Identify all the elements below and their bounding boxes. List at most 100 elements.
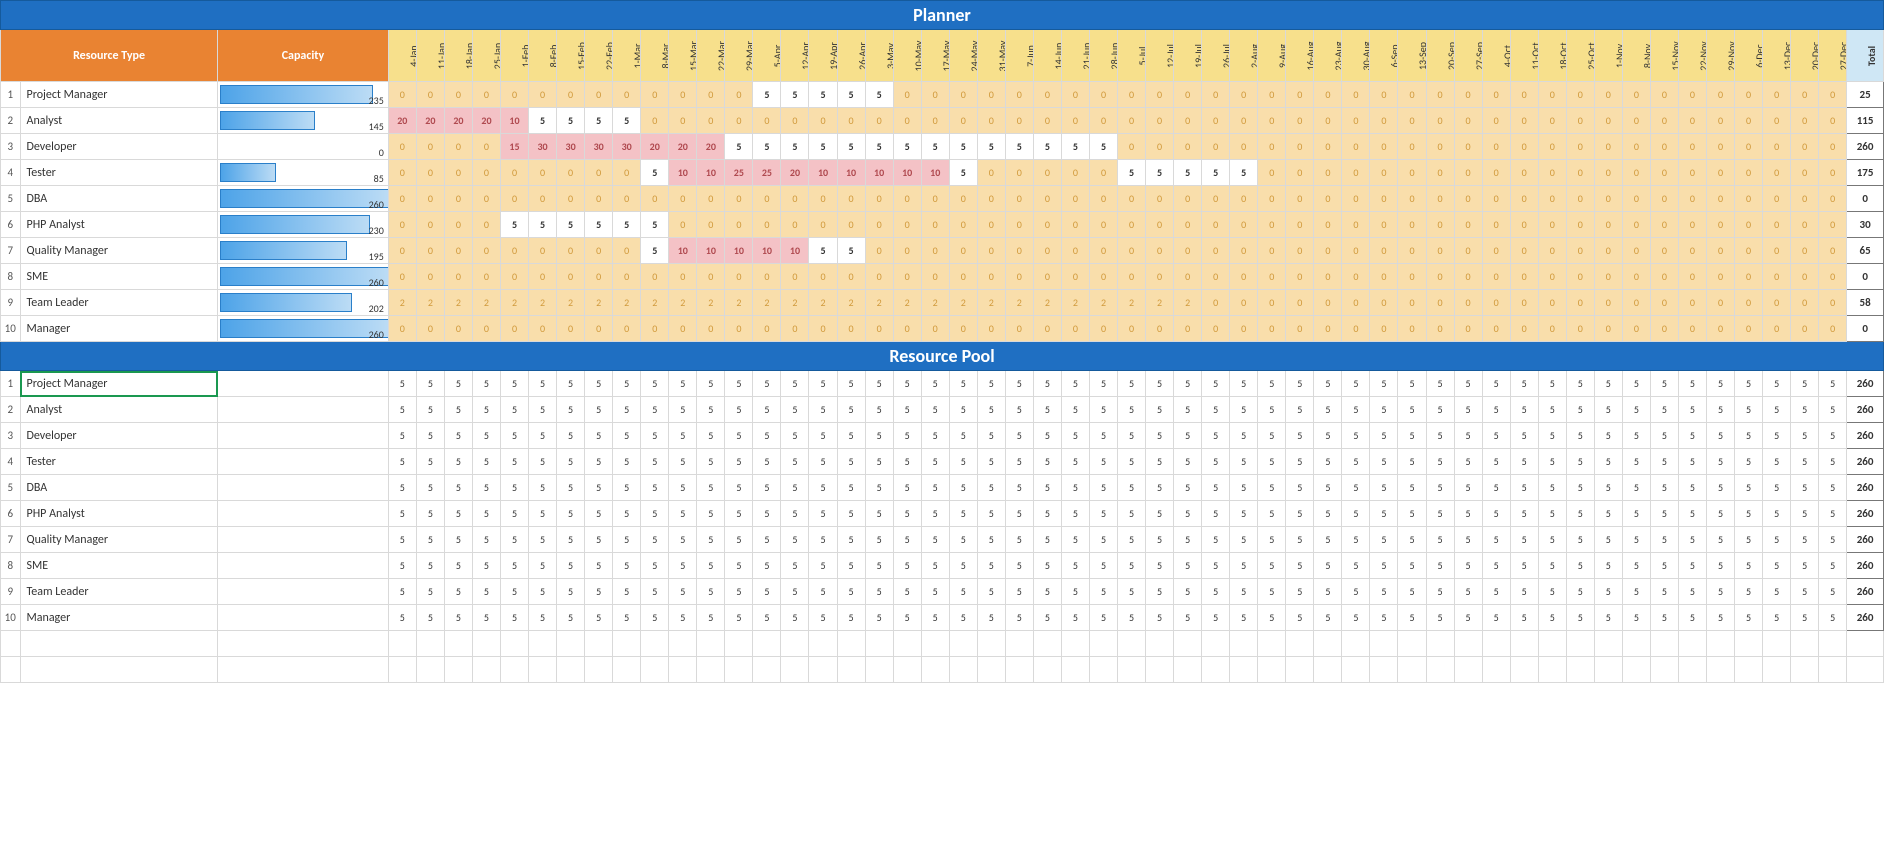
pool-cell[interactable]: 5 bbox=[893, 605, 921, 631]
planner-cell[interactable]: 0 bbox=[1763, 316, 1791, 342]
pool-cell[interactable]: 5 bbox=[444, 527, 472, 553]
planner-cell[interactable]: 2 bbox=[1174, 290, 1202, 316]
pool-cell[interactable]: 5 bbox=[1650, 579, 1678, 605]
pool-cell[interactable]: 5 bbox=[949, 605, 977, 631]
pool-cell[interactable]: 5 bbox=[1791, 579, 1819, 605]
pool-cell[interactable]: 5 bbox=[416, 553, 444, 579]
pool-cell[interactable]: 5 bbox=[1650, 553, 1678, 579]
planner-cell[interactable]: 5 bbox=[781, 134, 809, 160]
resource-name[interactable]: Manager bbox=[20, 316, 218, 342]
pool-cell[interactable]: 5 bbox=[1370, 527, 1398, 553]
planner-cell[interactable]: 0 bbox=[1230, 290, 1258, 316]
pool-cell[interactable]: 5 bbox=[1398, 579, 1426, 605]
planner-cell[interactable]: 0 bbox=[837, 186, 865, 212]
pool-cell[interactable]: 5 bbox=[1538, 501, 1566, 527]
planner-cell[interactable]: 0 bbox=[1174, 238, 1202, 264]
pool-capacity-cell[interactable] bbox=[218, 501, 389, 527]
pool-cell[interactable]: 5 bbox=[1426, 397, 1454, 423]
pool-cell[interactable]: 5 bbox=[1594, 449, 1622, 475]
pool-cell[interactable]: 5 bbox=[1622, 475, 1650, 501]
pool-cell[interactable]: 5 bbox=[613, 371, 641, 397]
planner-cell[interactable]: 0 bbox=[1763, 238, 1791, 264]
pool-cell[interactable]: 5 bbox=[529, 397, 557, 423]
pool-cell[interactable]: 5 bbox=[977, 449, 1005, 475]
planner-cell[interactable]: 0 bbox=[444, 82, 472, 108]
pool-cell[interactable]: 5 bbox=[1005, 371, 1033, 397]
pool-cell[interactable]: 5 bbox=[1735, 527, 1763, 553]
pool-cell[interactable]: 5 bbox=[949, 501, 977, 527]
planner-cell[interactable]: 0 bbox=[1482, 290, 1510, 316]
planner-cell[interactable]: 0 bbox=[1538, 160, 1566, 186]
planner-cell[interactable]: 0 bbox=[1089, 160, 1117, 186]
planner-cell[interactable]: 0 bbox=[1594, 316, 1622, 342]
pool-cell[interactable]: 5 bbox=[1286, 397, 1314, 423]
pool-cell[interactable]: 5 bbox=[585, 579, 613, 605]
planner-cell[interactable]: 0 bbox=[641, 82, 669, 108]
planner-cell[interactable]: 0 bbox=[1202, 212, 1230, 238]
pool-cell[interactable]: 5 bbox=[809, 397, 837, 423]
pool-cell[interactable]: 5 bbox=[725, 475, 753, 501]
pool-cell[interactable]: 5 bbox=[809, 475, 837, 501]
pool-cell[interactable]: 5 bbox=[1510, 605, 1538, 631]
pool-cell[interactable]: 5 bbox=[472, 527, 500, 553]
planner-cell[interactable]: 0 bbox=[1594, 264, 1622, 290]
planner-cell[interactable]: 0 bbox=[1146, 316, 1174, 342]
planner-cell[interactable]: 0 bbox=[893, 238, 921, 264]
planner-cell[interactable]: 0 bbox=[725, 108, 753, 134]
pool-cell[interactable]: 5 bbox=[1678, 449, 1706, 475]
pool-cell[interactable]: 5 bbox=[809, 605, 837, 631]
pool-cell[interactable]: 5 bbox=[697, 475, 725, 501]
pool-cell[interactable]: 5 bbox=[1089, 449, 1117, 475]
pool-cell[interactable]: 5 bbox=[1258, 371, 1286, 397]
pool-resource-name[interactable]: Developer bbox=[20, 423, 218, 449]
pool-cell[interactable]: 5 bbox=[725, 553, 753, 579]
pool-cell[interactable]: 5 bbox=[725, 579, 753, 605]
pool-cell[interactable]: 5 bbox=[641, 553, 669, 579]
planner-cell[interactable]: 0 bbox=[1678, 160, 1706, 186]
planner-cell[interactable]: 0 bbox=[1510, 238, 1538, 264]
planner-cell[interactable]: 0 bbox=[669, 264, 697, 290]
pool-cell[interactable]: 5 bbox=[1342, 501, 1370, 527]
planner-cell[interactable]: 0 bbox=[1482, 82, 1510, 108]
pool-cell[interactable]: 5 bbox=[1594, 371, 1622, 397]
pool-cell[interactable]: 5 bbox=[697, 501, 725, 527]
planner-cell[interactable]: 0 bbox=[1819, 238, 1847, 264]
pool-cell[interactable]: 5 bbox=[781, 553, 809, 579]
pool-cell[interactable]: 5 bbox=[1454, 501, 1482, 527]
planner-cell[interactable]: 0 bbox=[1202, 82, 1230, 108]
planner-cell[interactable]: 0 bbox=[1202, 134, 1230, 160]
pool-cell[interactable]: 5 bbox=[809, 449, 837, 475]
planner-cell[interactable]: 0 bbox=[1594, 108, 1622, 134]
pool-cell[interactable]: 5 bbox=[1650, 475, 1678, 501]
pool-cell[interactable]: 5 bbox=[388, 527, 416, 553]
pool-cell[interactable]: 5 bbox=[1566, 553, 1594, 579]
pool-cell[interactable]: 5 bbox=[1594, 579, 1622, 605]
pool-cell[interactable]: 5 bbox=[1510, 527, 1538, 553]
pool-cell[interactable]: 5 bbox=[669, 449, 697, 475]
planner-cell[interactable]: 0 bbox=[1202, 186, 1230, 212]
pool-cell[interactable]: 5 bbox=[977, 553, 1005, 579]
planner-cell[interactable]: 0 bbox=[1482, 160, 1510, 186]
planner-cell[interactable]: 0 bbox=[1258, 316, 1286, 342]
planner-cell[interactable]: 0 bbox=[1678, 238, 1706, 264]
pool-cell[interactable]: 5 bbox=[837, 553, 865, 579]
pool-cell[interactable]: 5 bbox=[416, 423, 444, 449]
planner-cell[interactable]: 0 bbox=[1454, 238, 1482, 264]
pool-cell[interactable]: 5 bbox=[1454, 423, 1482, 449]
pool-cell[interactable]: 5 bbox=[1482, 553, 1510, 579]
pool-cell[interactable]: 5 bbox=[641, 423, 669, 449]
planner-cell[interactable]: 10 bbox=[697, 160, 725, 186]
pool-cell[interactable]: 5 bbox=[1314, 449, 1342, 475]
planner-cell[interactable]: 0 bbox=[1482, 186, 1510, 212]
pool-cell[interactable]: 5 bbox=[837, 475, 865, 501]
planner-cell[interactable]: 0 bbox=[865, 264, 893, 290]
pool-cell[interactable]: 5 bbox=[781, 397, 809, 423]
planner-cell[interactable]: 0 bbox=[1089, 186, 1117, 212]
planner-cell[interactable]: 5 bbox=[865, 82, 893, 108]
pool-cell[interactable]: 5 bbox=[1819, 501, 1847, 527]
pool-cell[interactable]: 5 bbox=[1819, 475, 1847, 501]
planner-cell[interactable]: 5 bbox=[949, 134, 977, 160]
pool-cell[interactable]: 5 bbox=[1650, 423, 1678, 449]
pool-cell[interactable]: 5 bbox=[1258, 553, 1286, 579]
pool-cell[interactable]: 5 bbox=[1622, 449, 1650, 475]
